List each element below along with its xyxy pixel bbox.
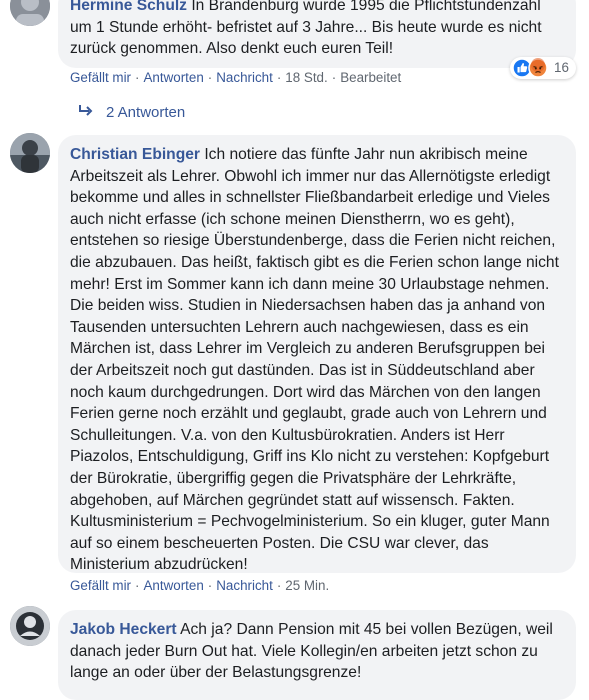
timestamp[interactable]: 25 Min. xyxy=(285,578,329,593)
timestamp[interactable]: 18 Std. xyxy=(285,70,327,85)
reply-button[interactable]: Antworten xyxy=(143,70,203,85)
comment-bubble: Jakob Heckert Ach ja? Dann Pension mit 4… xyxy=(58,610,576,700)
avatar[interactable] xyxy=(10,133,50,173)
comment-author[interactable]: Jakob Heckert xyxy=(70,621,177,638)
avatar[interactable] xyxy=(10,0,50,26)
comment-author[interactable]: Hermine Schulz xyxy=(70,0,187,14)
avatar[interactable] xyxy=(10,606,50,646)
like-button[interactable]: Gefällt mir xyxy=(70,578,131,593)
replies-count: 2 Antworten xyxy=(106,104,186,121)
reply-button[interactable]: Antworten xyxy=(143,578,203,593)
comment-actions: Gefällt mir · Antworten · Nachricht · 25 Min. xyxy=(70,578,330,593)
comment-text: Ich notiere das fünfte Jahr nun akribisc… xyxy=(70,146,559,574)
reply-arrow-icon xyxy=(79,105,93,116)
comment-author[interactable]: Christian Ebinger xyxy=(70,146,200,163)
avatar-icon xyxy=(10,0,50,26)
angry-reaction-icon xyxy=(528,58,548,78)
like-button[interactable]: Gefällt mir xyxy=(70,70,131,85)
comment-actions: Gefällt mir · Antworten · Nachricht · 18 Std. ·… xyxy=(70,70,402,85)
edited-label: Bearbeitet xyxy=(340,70,402,85)
avatar-icon xyxy=(10,133,50,173)
comment-bubble: Christian Ebinger Ich notiere das fünfte… xyxy=(58,135,576,573)
comment-bubble: Hermine Schulz In Brandenburg wurde 1995… xyxy=(58,0,576,68)
avatar-icon xyxy=(10,606,50,646)
view-replies-link[interactable]: 2 Antworten xyxy=(78,104,185,121)
message-button[interactable]: Nachricht xyxy=(216,70,273,85)
message-button[interactable]: Nachricht xyxy=(216,578,273,593)
reaction-count: 16 xyxy=(554,60,569,75)
reaction-summary[interactable]: 16 xyxy=(510,57,576,79)
